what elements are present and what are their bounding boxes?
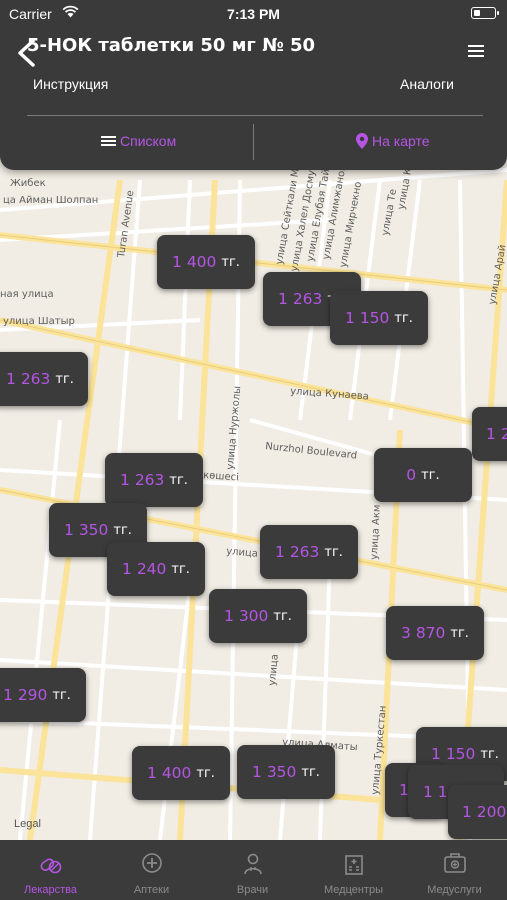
price-marker[interactable]: 1 200 <box>448 785 507 839</box>
street-label: ная улица <box>0 289 54 300</box>
tab-label: Медцентры <box>323 884 383 896</box>
marker-currency: тг. <box>113 522 132 538</box>
divider <box>27 115 483 116</box>
hamburger-menu-icon[interactable] <box>468 45 484 58</box>
map-pin-icon <box>356 133 368 149</box>
price-marker[interactable]: 1 263тг. <box>260 525 358 579</box>
instructions-link[interactable]: Инструкция <box>33 76 108 92</box>
marker-currency: тг. <box>324 544 343 560</box>
price-marker[interactable]: 3 870 тг. <box>386 606 484 660</box>
segment-divider <box>253 124 254 160</box>
list-view-label: Списком <box>120 133 177 149</box>
marker-price: 1 400 <box>147 764 192 782</box>
marker-price: 1 263 <box>275 543 320 561</box>
price-marker[interactable]: 1 263тг. <box>105 453 203 507</box>
tab-label: Лекарства <box>23 884 77 896</box>
tab-medcenters[interactable]: Медцентры <box>303 840 404 900</box>
tab-medservices[interactable]: Медуслуги <box>404 840 505 900</box>
price-marker[interactable]: 1 400 тг. <box>157 235 255 289</box>
street-label: ца Айман Шолпан <box>3 195 98 206</box>
price-marker[interactable]: 1 150 тг. <box>330 291 428 345</box>
marker-price: 1 263 <box>6 370 51 388</box>
street-label: улица Шатыр <box>3 316 75 327</box>
list-icon <box>101 136 116 146</box>
marker-currency: тг. <box>171 561 190 577</box>
marker-price: 1 2 <box>486 425 507 443</box>
marker-currency: тг. <box>394 310 413 326</box>
marker-currency: тг. <box>301 764 320 780</box>
tab-label: Врачи <box>236 884 269 896</box>
marker-price: 1 263 <box>278 290 323 308</box>
street-label: Жибек <box>10 178 46 189</box>
marker-currency: тг. <box>52 687 71 703</box>
marker-currency: тг. <box>480 746 499 762</box>
list-view-button[interactable]: Списком <box>101 133 176 149</box>
tab-doctors[interactable]: Врачи <box>202 840 303 900</box>
analogs-link[interactable]: Аналоги <box>400 76 454 92</box>
tab-label: Медуслуги <box>427 884 482 896</box>
marker-currency: тг. <box>421 467 440 483</box>
marker-price: 3 870 <box>401 624 446 642</box>
marker-price: 1 350 <box>64 521 109 539</box>
doctor-icon <box>243 853 262 875</box>
marker-price: 1 150 <box>431 745 476 763</box>
marker-price: 1 263 <box>120 471 165 489</box>
price-marker[interactable]: 1 240 тг. <box>107 542 205 596</box>
marker-price: 1 300 <box>224 607 269 625</box>
price-marker[interactable]: 0 тг. <box>374 448 472 502</box>
price-marker[interactable]: 1 350 тг. <box>237 745 335 799</box>
marker-price: 1 350 <box>252 763 297 781</box>
medical-kit-icon <box>443 853 466 873</box>
page-title: 5-НОК таблетки 50 мг № 50 <box>27 35 316 56</box>
marker-currency: тг. <box>55 371 74 387</box>
pharmacy-cross-icon <box>141 853 162 873</box>
tab-bar: Лекарства Аптеки Врачи Медцентры Медуслу… <box>0 840 507 900</box>
price-marker[interactable]: 1 290 тг. <box>0 668 86 722</box>
status-bar: Carrier 7:13 PM <box>0 0 507 28</box>
map-view-button[interactable]: На карте <box>356 133 430 149</box>
marker-price: 1 1 <box>423 783 448 801</box>
marker-price: 1 400 <box>172 253 217 271</box>
marker-currency: тг. <box>169 472 188 488</box>
marker-currency: тг. <box>450 625 469 641</box>
marker-currency: тг. <box>221 254 240 270</box>
pills-icon <box>40 858 61 874</box>
price-marker[interactable]: 1 300 тг. <box>209 589 307 643</box>
price-marker[interactable]: 1 400 тг. <box>132 746 230 800</box>
tab-label: Аптеки <box>133 884 170 896</box>
tab-pharmacies[interactable]: Аптеки <box>101 840 202 900</box>
battery-icon <box>471 7 499 19</box>
marker-currency: тг. <box>196 765 215 781</box>
marker-price: 1 150 <box>345 309 390 327</box>
tab-medicines[interactable]: Лекарства <box>0 840 101 900</box>
price-marker[interactable]: 1 263тг. <box>0 352 88 406</box>
hospital-building-icon <box>344 855 363 875</box>
marker-price: 0 <box>406 466 417 484</box>
marker-price: 1 200 <box>462 803 507 821</box>
marker-price: 1 290 <box>3 686 48 704</box>
street-label: көшесі <box>203 469 240 483</box>
marker-price: 1 240 <box>122 560 167 578</box>
header: Carrier 7:13 PM 5-НОК таблетки 50 мг № 5… <box>0 0 507 170</box>
map-legal-link[interactable]: Legal <box>14 818 41 830</box>
map-view-label: На карте <box>372 133 430 149</box>
marker-currency: тг. <box>273 608 292 624</box>
price-marker[interactable]: 1 2 <box>472 407 507 461</box>
status-time: 7:13 PM <box>227 6 280 22</box>
